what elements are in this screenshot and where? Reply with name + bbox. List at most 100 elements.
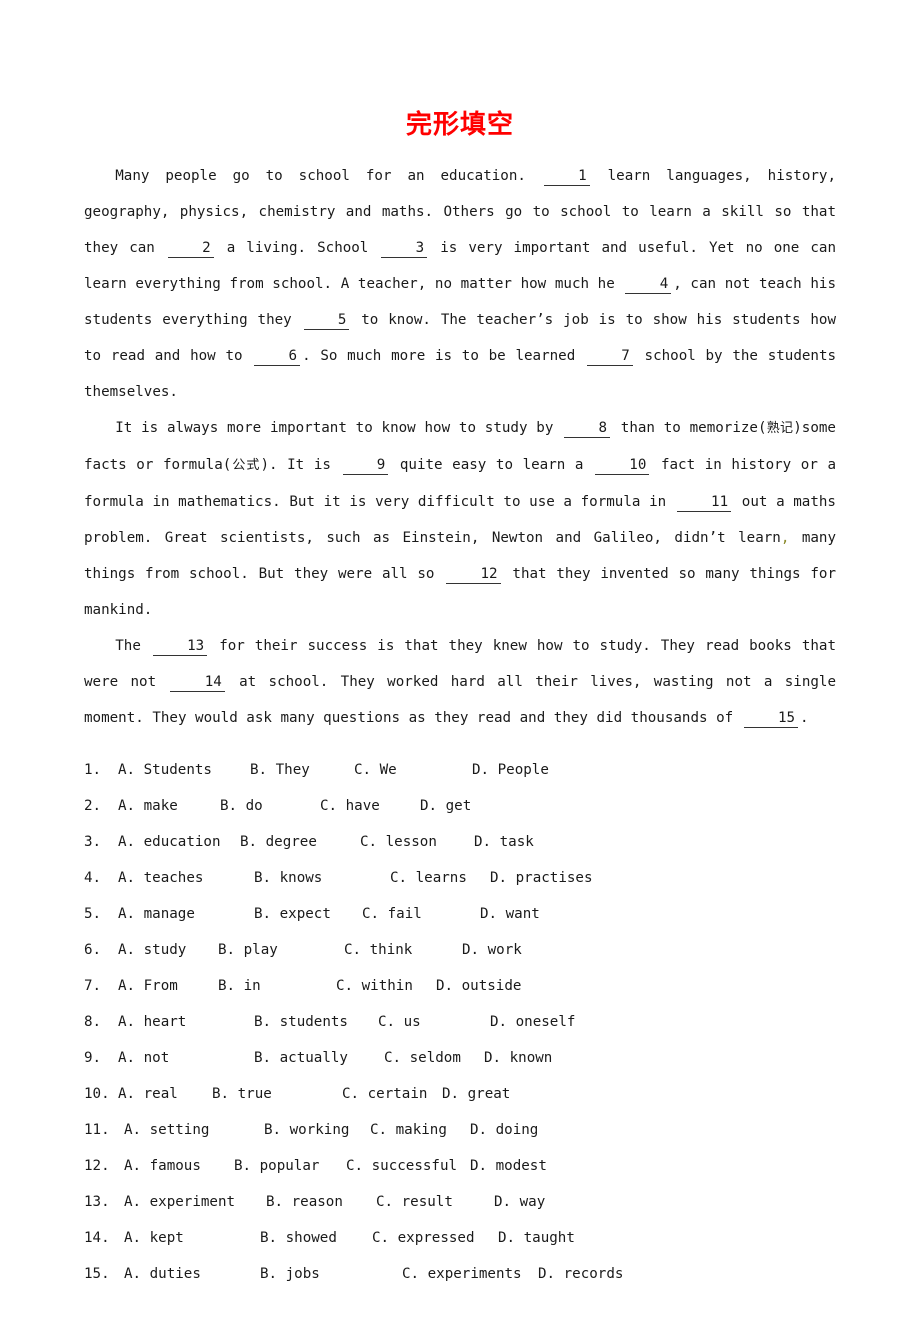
option-letter: A. <box>118 870 144 886</box>
option-a[interactable]: A. From <box>118 968 218 1004</box>
blank-7[interactable]: 7 <box>587 349 633 366</box>
option-d[interactable]: D. doing <box>470 1112 538 1148</box>
option-b[interactable]: B. degree <box>240 824 360 860</box>
option-b[interactable]: B. play <box>218 932 344 968</box>
question-number: 6. <box>84 942 102 958</box>
blank-11[interactable]: 11 <box>676 495 732 512</box>
option-letter: C. <box>336 978 362 994</box>
option-letter: A. <box>118 1086 144 1102</box>
option-c[interactable]: C. making <box>370 1112 470 1148</box>
option-b[interactable]: B. in <box>218 968 336 1004</box>
option-b[interactable]: B. showed <box>260 1220 372 1256</box>
option-letter: D. <box>538 1266 564 1282</box>
option-c[interactable]: C. result <box>376 1184 494 1220</box>
question-row: 3. A. education B. degree C. lesson D. task <box>84 824 844 860</box>
blank-14[interactable]: 14 <box>170 675 225 692</box>
option-a[interactable]: A. real <box>118 1076 212 1112</box>
blank-13[interactable]: 13 <box>152 639 208 656</box>
option-c[interactable]: C. think <box>344 932 462 968</box>
option-b[interactable]: B. knows <box>254 860 390 896</box>
option-c[interactable]: C. certain <box>342 1076 442 1112</box>
option-c[interactable]: C. lesson <box>360 824 474 860</box>
blank-6[interactable]: 6 <box>254 349 301 366</box>
blank-12[interactable]: 12 <box>446 567 501 584</box>
option-d[interactable]: D. want <box>480 896 540 932</box>
option-d[interactable]: D. People <box>472 752 549 788</box>
option-c[interactable]: C. learns <box>390 860 490 896</box>
blank-4[interactable]: 4 <box>625 277 672 294</box>
option-d[interactable]: D. oneself <box>490 1004 575 1040</box>
option-a[interactable]: A. not <box>118 1040 254 1076</box>
option-text: work <box>487 942 522 958</box>
option-a[interactable]: A. kept <box>124 1220 260 1256</box>
option-d[interactable]: D. known <box>484 1040 552 1076</box>
option-a[interactable]: A. make <box>118 788 220 824</box>
option-letter: B. <box>250 762 276 778</box>
option-d[interactable]: D. way <box>494 1184 545 1220</box>
option-c[interactable]: C. us <box>378 1004 490 1040</box>
cloze-passage: Many people go to school for an educatio… <box>84 158 836 736</box>
option-b[interactable]: B. popular <box>234 1148 346 1184</box>
option-a[interactable]: A. setting <box>124 1112 264 1148</box>
option-letter: C. <box>344 942 370 958</box>
option-b[interactable]: B. do <box>220 788 320 824</box>
option-b[interactable]: B. working <box>264 1112 370 1148</box>
option-b[interactable]: B. jobs <box>260 1256 402 1292</box>
option-a[interactable]: A. heart <box>118 1004 254 1040</box>
option-c[interactable]: C. successful <box>346 1148 470 1184</box>
option-b[interactable]: B. actually <box>254 1040 384 1076</box>
option-letter: D. <box>480 906 506 922</box>
option-d[interactable]: D. task <box>474 824 534 860</box>
blank-1[interactable]: 1 <box>543 169 590 186</box>
option-a[interactable]: A. teaches <box>118 860 254 896</box>
option-c[interactable]: C. We <box>354 752 472 788</box>
blank-3[interactable]: 3 <box>381 241 428 258</box>
option-c[interactable]: C. have <box>320 788 420 824</box>
blank-2[interactable]: 2 <box>167 241 214 258</box>
option-b[interactable]: B. reason <box>266 1184 376 1220</box>
option-a[interactable]: A. duties <box>124 1256 260 1292</box>
option-d[interactable]: D. practises <box>490 860 593 896</box>
option-c[interactable]: C. within <box>336 968 436 1004</box>
blank-9[interactable]: 9 <box>342 458 389 475</box>
option-d[interactable]: D. modest <box>470 1148 547 1184</box>
option-b[interactable]: B. true <box>212 1076 342 1112</box>
option-c[interactable]: C. seldom <box>384 1040 484 1076</box>
passage-text: ). It is <box>260 457 331 473</box>
blank-15[interactable]: 15 <box>743 711 799 728</box>
option-c[interactable]: C. fail <box>362 896 480 932</box>
option-a[interactable]: A. study <box>118 932 218 968</box>
option-d[interactable]: D. get <box>420 788 471 824</box>
option-d[interactable]: D. records <box>538 1256 623 1292</box>
question-row: 9. A. not B. actually C. seldom D. known <box>84 1040 844 1076</box>
option-letter: D. <box>474 834 500 850</box>
page-title: 完形填空 <box>405 110 514 141</box>
option-a[interactable]: A. experiment <box>124 1184 266 1220</box>
option-text: in <box>243 978 261 994</box>
option-letter: C. <box>346 1158 372 1174</box>
option-b[interactable]: B. students <box>254 1004 378 1040</box>
option-a[interactable]: A. famous <box>124 1148 234 1184</box>
option-text: make <box>143 798 178 814</box>
option-letter: B. <box>218 978 244 994</box>
option-text: famous <box>149 1158 201 1174</box>
option-c[interactable]: C. expressed <box>372 1220 498 1256</box>
option-d[interactable]: D. work <box>462 932 522 968</box>
blank-8[interactable]: 8 <box>564 421 610 438</box>
passage-text: . <box>800 710 809 726</box>
option-a[interactable]: A. education <box>118 824 240 860</box>
option-b[interactable]: B. They <box>250 752 354 788</box>
option-text: degree <box>265 834 317 850</box>
option-text: great <box>467 1086 511 1102</box>
blank-10[interactable]: 10 <box>595 458 650 475</box>
passage-text: It is always more important to know how … <box>115 420 554 436</box>
option-d[interactable]: D. taught <box>498 1220 575 1256</box>
blank-5[interactable]: 5 <box>303 313 350 330</box>
option-text: practises <box>515 870 593 886</box>
option-b[interactable]: B. expect <box>254 896 362 932</box>
option-d[interactable]: D. great <box>442 1076 510 1112</box>
option-a[interactable]: A. manage <box>118 896 254 932</box>
option-d[interactable]: D. outside <box>436 968 521 1004</box>
option-c[interactable]: C. experiments <box>402 1256 538 1292</box>
option-a[interactable]: A. Students <box>118 752 250 788</box>
